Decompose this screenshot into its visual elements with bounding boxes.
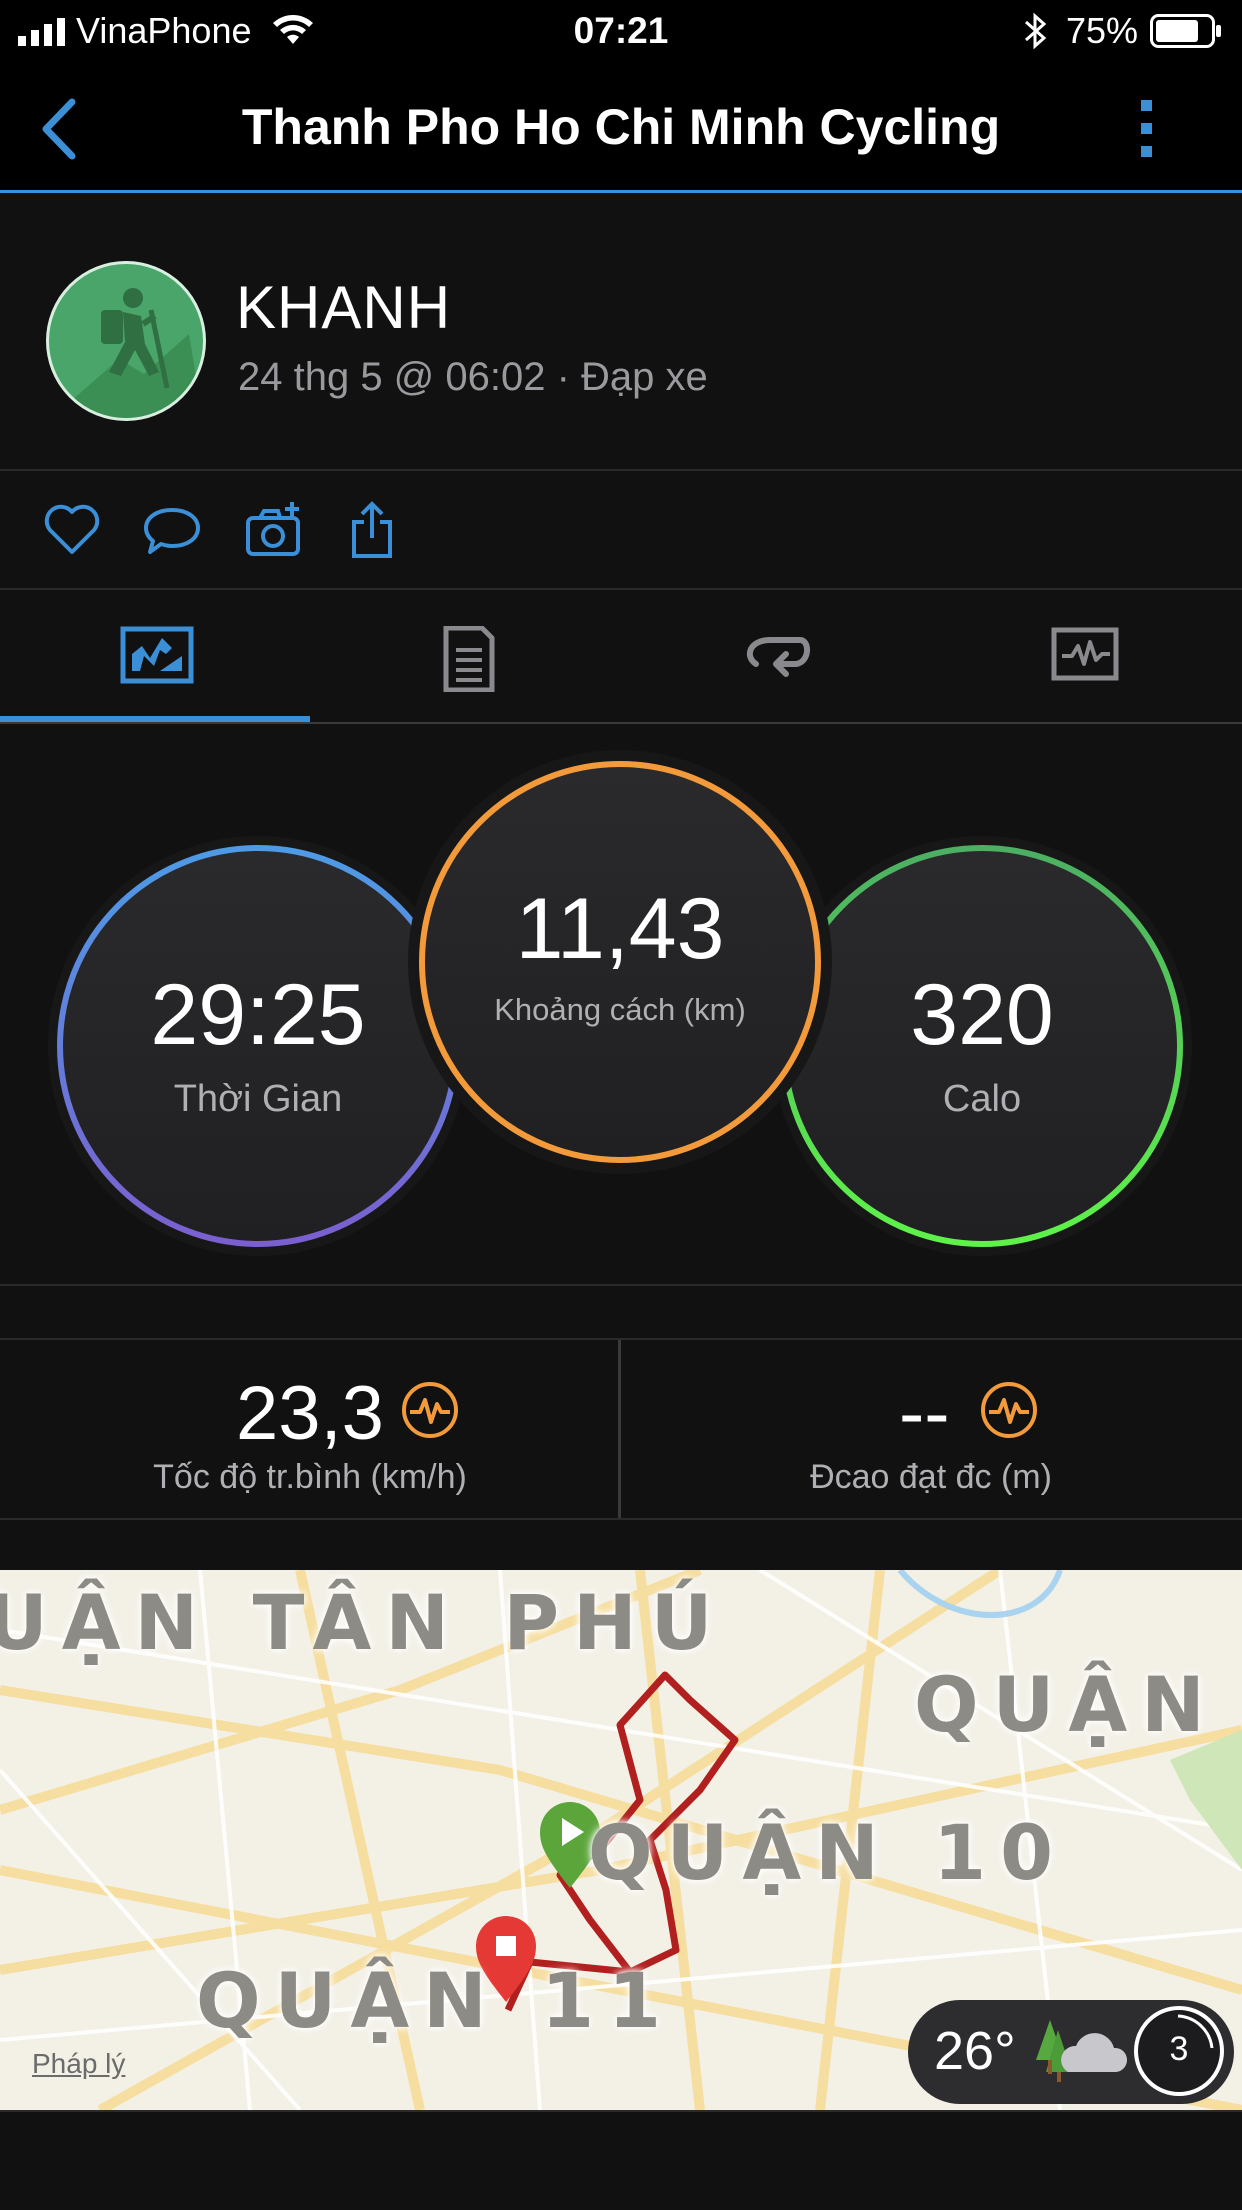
stats-row: 23,3 Tốc độ tr.bình (km/h) -- Đcao đạt đ… [0,1338,1242,1520]
distance-metric[interactable]: 11,43 Khoảng cách (km) [422,764,818,1160]
navigation-bar: Thanh Pho Ho Chi Minh Cycling [0,64,1242,193]
calorie-metric[interactable]: 320 Calo [784,848,1180,1244]
time-value: 29:25 [150,967,366,1063]
action-bar [0,470,1242,590]
zoom-level-indicator[interactable]: 3 [1134,2006,1224,2096]
elevation-value: -- [899,1371,950,1456]
avatar[interactable] [46,261,206,421]
avg-speed-label: Tốc độ tr.bình (km/h) [153,1458,467,1496]
elevation-stat[interactable]: -- Đcao đạt đc (m) [621,1340,1242,1518]
weather-temperature: 26° [934,2021,1016,2081]
bluetooth-icon [1025,12,1047,50]
overview-chart-icon [120,626,194,684]
calorie-label: Calo [942,1078,1022,1120]
heart-rate-badge-icon [981,1382,1037,1438]
more-options-icon[interactable] [1132,94,1162,164]
activity-date-type: 24 thg 5 @ 06:02 · Đạp xe [238,355,708,399]
elevation-label: Đcao đạt đc (m) [810,1458,1052,1496]
comment-icon[interactable] [142,500,202,560]
document-icon [443,626,495,692]
tab-overview[interactable] [0,590,310,722]
distance-label: Khoảng cách (km) [494,992,746,1027]
graph-icon [1051,627,1119,681]
calorie-value: 320 [910,967,1054,1063]
battery-percent: 75% [1066,10,1139,51]
tab-laps[interactable] [620,590,930,722]
activity-tabs [0,590,1242,724]
share-icon[interactable] [344,500,404,560]
map-label-tan-phu: UẬN TÂN PHÚ [0,1578,727,1667]
time-metric[interactable]: 29:25 Thời Gian [60,848,456,1244]
zoom-level-value: 3 [1169,2030,1189,2068]
battery-icon [1150,14,1221,48]
status-bar: VinaPhone 07:21 75% [0,0,1242,64]
user-name[interactable]: KHANH [236,273,451,342]
laps-loop-icon [746,637,810,677]
map-label-quan: QUẬN [914,1660,1219,1749]
tab-details[interactable] [310,590,620,722]
avg-speed-stat[interactable]: 23,3 Tốc độ tr.bình (km/h) [0,1340,618,1518]
summary-section: 29:25 Thời Gian 11,43 Khoảng cách (km) 3… [0,724,1242,1286]
page-title: Thanh Pho Ho Chi Minh Cycling [241,99,1001,155]
hiker-icon [49,288,203,418]
avg-speed-value: 23,3 [236,1371,384,1456]
weather-widget[interactable]: 26° 3 [908,2000,1234,2104]
distance-value: 11,43 [515,881,725,977]
time-label: Thời Gian [173,1078,343,1120]
active-tab-indicator [0,716,310,722]
map-label-quan-11: QUẬN 11 [196,1956,675,2045]
clock-time: 07:21 [573,10,669,51]
like-heart-icon[interactable] [42,500,102,560]
route-map[interactable]: UẬN TÂN PHÚ QUẬN QUẬN 10 QUẬN 11 Pháp lý… [0,1570,1242,2110]
legal-link[interactable]: Pháp lý [32,2048,125,2080]
tab-charts[interactable] [930,590,1240,722]
weather-cloud-tree-icon [1036,2020,1128,2082]
bottom-area [0,2110,1242,2210]
add-photo-icon[interactable] [244,500,304,560]
heart-rate-badge-icon [402,1382,458,1438]
activity-header: KHANH 24 thg 5 @ 06:02 · Đạp xe [0,193,1242,471]
map-label-quan-10: QUẬN 10 [588,1808,1067,1897]
